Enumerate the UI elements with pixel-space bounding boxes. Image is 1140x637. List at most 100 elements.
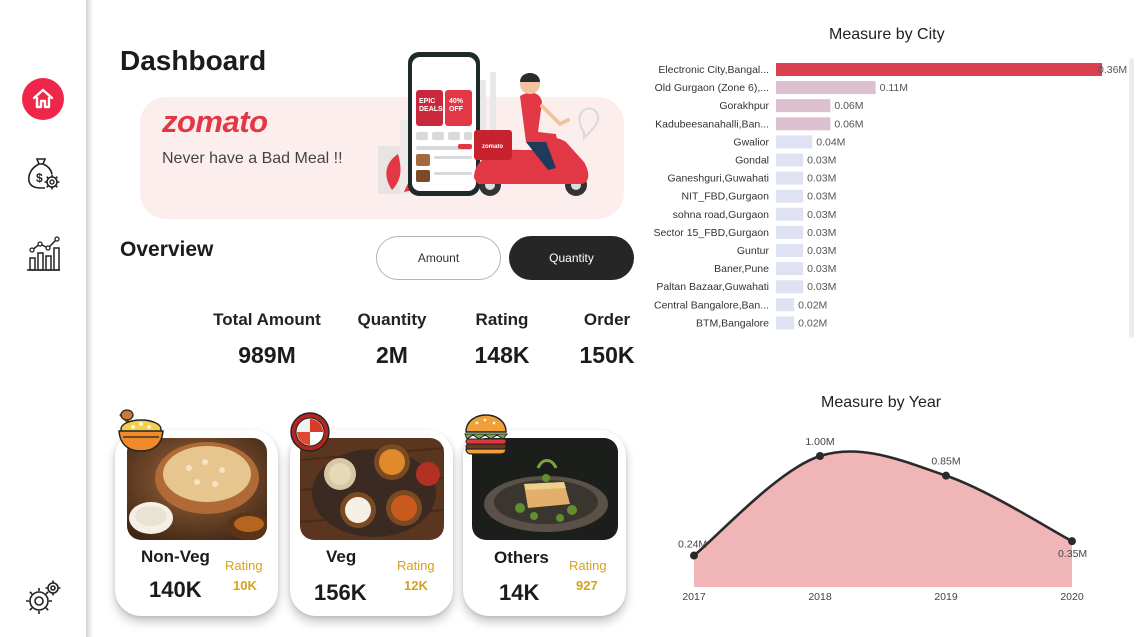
settings-button[interactable]	[22, 576, 64, 618]
city-category-label: BTM,Bangalore	[696, 317, 769, 329]
kpi-value: 2M	[376, 342, 408, 368]
city-value-label: 0.06M	[834, 118, 863, 130]
zomato-logo: zomato	[162, 104, 268, 139]
city-value-label: 0.03M	[807, 263, 836, 275]
city-value-label: 0.04M	[816, 136, 845, 148]
year-value-label: 1.00M	[805, 436, 834, 448]
kpi-rating: Rating 148K	[460, 310, 544, 369]
money-bag-gear-icon: $	[28, 158, 60, 190]
city-bar[interactable]	[776, 262, 804, 276]
kpi-label: Quantity	[357, 310, 427, 329]
city-value-label: 0.03M	[807, 281, 836, 293]
city-bar[interactable]	[776, 316, 795, 330]
phone-text-percent: 40%	[449, 98, 464, 105]
bar-chart-icon	[27, 236, 60, 271]
city-value-label: 0.03M	[807, 173, 836, 185]
city-value-label: 0.02M	[798, 299, 827, 311]
city-category-label: Gwalior	[733, 136, 769, 148]
city-category-label: NIT_FBD,Gurgaon	[681, 191, 769, 203]
year-point[interactable]	[942, 471, 950, 480]
card-title: Others	[494, 548, 549, 567]
city-bar[interactable]	[776, 280, 804, 294]
kpi-label: Total Amount	[213, 310, 321, 329]
home-icon	[32, 88, 54, 109]
city-bar[interactable]	[776, 225, 804, 239]
svg-text:$: $	[36, 171, 43, 185]
year-area-chart: 0.24M 2017 1.00M 2018 0.85M 2019 0.35M 2020	[678, 436, 1087, 603]
year-tick-label: 2019	[934, 591, 958, 603]
city-value-label: 0.03M	[807, 209, 836, 221]
sidebar: $	[0, 0, 86, 637]
quantity-toggle-button[interactable]: Quantity	[509, 236, 634, 280]
city-value-label: 0.03M	[807, 191, 836, 203]
city-category-label: Gorakhpur	[719, 100, 769, 112]
city-category-label: sohna road,Gurgaon	[673, 209, 769, 221]
kpi-quantity: Quantity 2M	[346, 310, 438, 369]
city-category-label: Guntur	[737, 245, 770, 257]
kpi-value: 148K	[474, 342, 530, 368]
city-chart-title: Measure by City	[829, 26, 945, 43]
city-value-label: 0.11M	[880, 82, 908, 94]
thali-icon	[290, 412, 330, 452]
sidebar-divider	[86, 0, 94, 637]
category-card-others[interactable]: Others 14K Rating 927	[463, 430, 626, 616]
year-value-label: 0.24M	[678, 539, 707, 551]
home-button[interactable]	[22, 78, 64, 120]
city-bar[interactable]	[776, 189, 804, 203]
year-point[interactable]	[690, 551, 698, 560]
year-point[interactable]	[816, 452, 824, 460]
card-rating-value: 10K	[233, 578, 257, 593]
year-point[interactable]	[1068, 537, 1076, 546]
category-card-nonveg[interactable]: Non-Veg 140K Rating 10K	[115, 430, 278, 616]
year-area-fill	[694, 451, 1072, 587]
phone-text-epic: EPIC	[419, 98, 435, 105]
city-bar[interactable]	[776, 99, 831, 113]
phone-mockup: EPIC DEALS 40% OFF	[408, 52, 480, 196]
city-bar[interactable]	[776, 207, 804, 221]
burger-icon	[464, 414, 509, 455]
year-value-label: 0.85M	[931, 456, 960, 468]
gear-icon	[26, 580, 61, 614]
card-rating-label: Rating	[225, 558, 263, 573]
city-value-label: 0.03M	[807, 227, 836, 239]
kpi-value: 989M	[238, 342, 296, 368]
city-bar[interactable]	[776, 81, 876, 95]
page-title: Dashboard	[120, 45, 267, 76]
city-category-label: Paltan Bazaar,Guwahati	[656, 281, 769, 293]
kpi-label: Order	[583, 310, 631, 329]
card-rating-label: Rating	[397, 558, 435, 573]
card-rating-label: Rating	[569, 558, 607, 573]
card-count: 14K	[499, 580, 540, 605]
category-card-veg[interactable]: Veg 156K Rating 12K	[290, 430, 453, 616]
card-title: Veg	[326, 547, 357, 566]
city-bar[interactable]	[776, 298, 795, 312]
year-tick-label: 2017	[682, 591, 706, 603]
city-bar[interactable]	[776, 171, 804, 185]
city-category-label: Kadubeesanahalli,Ban...	[655, 118, 769, 130]
city-bar-chart: Electronic City,Bangal... 0.36M Old Gurgao…	[653, 63, 1127, 330]
city-bar[interactable]	[776, 117, 831, 131]
year-value-label: 0.35M	[1058, 548, 1087, 560]
city-bar[interactable]	[776, 244, 804, 257]
overview-title: Overview	[120, 238, 214, 261]
phone-text-deals: DEALS	[419, 106, 443, 113]
money-button[interactable]: $	[22, 152, 64, 194]
city-value-label: 0.03M	[807, 155, 836, 167]
brand-tagline: Never have a Bad Meal !!	[162, 150, 343, 167]
city-category-label: Ganeshguri,Guwahati	[667, 173, 769, 185]
analytics-button[interactable]	[22, 233, 64, 275]
svg-text:zomato: zomato	[482, 144, 503, 150]
city-value-label: 0.02M	[798, 317, 827, 329]
card-title: Non-Veg	[141, 547, 210, 566]
delivery-illustration: EPIC DEALS 40% OFF zomato	[378, 52, 600, 196]
amount-toggle-button[interactable]: Amount	[376, 236, 501, 280]
city-category-label: Central Bangalore,Ban...	[654, 299, 769, 311]
city-bar[interactable]	[776, 63, 1102, 76]
city-category-label: Sector 15_FBD,Gurgaon	[653, 227, 769, 239]
year-chart-title: Measure by Year	[821, 394, 942, 411]
city-bar[interactable]	[776, 153, 804, 167]
city-bar[interactable]	[776, 135, 813, 149]
city-chart-scrollbar[interactable]	[1129, 58, 1134, 338]
city-category-label: Electronic City,Bangal...	[658, 64, 769, 76]
veg-food-photo	[300, 438, 444, 540]
